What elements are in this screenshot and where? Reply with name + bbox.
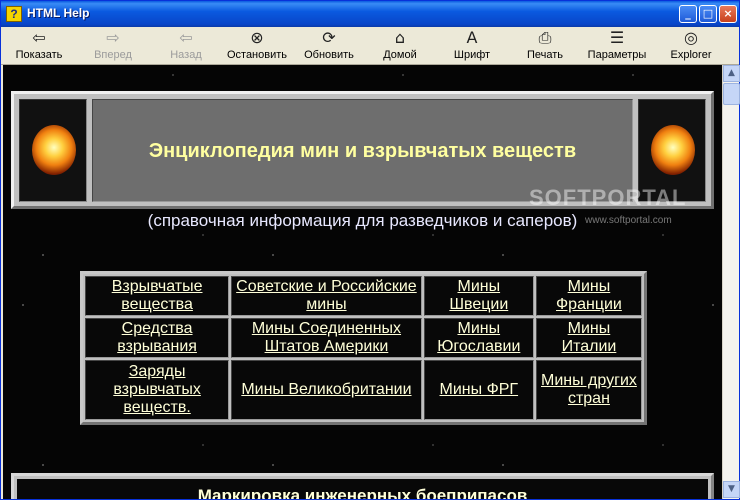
scroll-thumb[interactable] — [723, 83, 740, 105]
table-cell: Мины Соединенных Штатов Америки — [231, 318, 422, 358]
table-cell: Взрывчатые вещества — [85, 276, 230, 316]
options-label: Параметры — [587, 49, 647, 61]
link-yugoslavia-mines[interactable]: Мины Югославии — [437, 320, 520, 355]
stop-icon: ⊗ — [250, 28, 264, 47]
help-content-pane: Энциклопедия мин и взрывчатых веществ SO… — [3, 65, 722, 499]
munitions-marking-heading: Маркировка инженерных боеприпасов — [17, 479, 708, 499]
show-label: Показать — [15, 49, 63, 61]
link-france-mines[interactable]: Мины Франции — [556, 278, 622, 313]
table-cell: Мины ФРГ — [423, 360, 534, 420]
link-initiation-means[interactable]: Средства взрывания — [117, 320, 197, 355]
forward-arrow-icon: ⇨ — [106, 28, 120, 47]
forward-button[interactable]: ⇨ Вперед — [85, 27, 141, 65]
print-button[interactable]: ⎙ Печать — [519, 27, 571, 65]
link-explosive-charges[interactable]: Заряды взрывчатых веществ. — [113, 363, 201, 416]
munitions-marking-section: Маркировка инженерных боеприпасов — [11, 473, 714, 499]
minimize-button[interactable]: _ — [679, 5, 697, 23]
link-usa-mines[interactable]: Мины Соединенных Штатов Америки — [252, 320, 401, 355]
link-frg-mines[interactable]: Мины ФРГ — [440, 381, 519, 398]
explosion-image-left — [19, 99, 87, 202]
print-icon: ⎙ — [538, 28, 552, 47]
explorer-label: Explorer — [670, 49, 712, 61]
stop-label: Остановить — [226, 49, 288, 61]
forward-label: Вперед — [94, 49, 132, 61]
table-cell: Мины Италии — [535, 318, 642, 358]
table-row: Взрывчатые вещества Советские и Российск… — [85, 276, 642, 316]
window-title: HTML Help — [27, 6, 90, 20]
options-icon: ☰ — [609, 28, 625, 47]
home-label: Домой — [383, 49, 417, 61]
vertical-scrollbar[interactable]: ▲ ▼ — [722, 65, 740, 499]
table-cell: Мины Швеции — [423, 276, 534, 316]
link-uk-mines[interactable]: Мины Великобритании — [241, 381, 411, 398]
refresh-label: Обновить — [304, 49, 354, 61]
explorer-button[interactable]: ◎ Explorer — [665, 27, 717, 65]
show-button[interactable]: ⇦ Показать — [9, 27, 69, 65]
toolbar: ⇦ Показать ⇨ Вперед ⇦ Назад ⊗ Остановить… — [1, 27, 739, 65]
softportal-watermark: SOFTPORTAL — [529, 185, 687, 210]
font-icon: A — [466, 28, 478, 47]
link-soviet-russian-mines[interactable]: Советские и Российские мины — [236, 278, 417, 313]
scroll-up-button[interactable]: ▲ — [723, 65, 740, 82]
table-cell: Мины других стран — [535, 360, 642, 420]
back-button[interactable]: ⇦ Назад — [159, 27, 213, 65]
print-label: Печать — [526, 49, 564, 61]
table-cell: Средства взрывания — [85, 318, 230, 358]
font-label: Шрифт — [453, 49, 491, 61]
font-button[interactable]: A Шрифт — [447, 27, 497, 65]
close-button[interactable]: × — [719, 5, 737, 23]
home-button[interactable]: ⌂ Домой — [375, 27, 425, 65]
table-cell: Мины Франции — [535, 276, 642, 316]
title-bar[interactable]: ? HTML Help _ □ × — [1, 1, 739, 27]
link-explosives[interactable]: Взрывчатые вещества — [112, 278, 203, 313]
table-row: Заряды взрывчатых веществ. Мины Великобр… — [85, 360, 642, 420]
table-cell: Мины Великобритании — [231, 360, 422, 420]
stop-button[interactable]: ⊗ Остановить — [223, 27, 291, 65]
maximize-button[interactable]: □ — [699, 5, 717, 23]
help-app-icon: ? — [6, 6, 22, 22]
back-label: Назад — [170, 49, 202, 61]
table-cell: Заряды взрывчатых веществ. — [85, 360, 230, 420]
page-subtitle: (справочная информация для разведчиков и… — [147, 211, 578, 230]
table-cell: Советские и Российские мины — [231, 276, 422, 316]
table-row: Средства взрывания Мины Соединенных Штат… — [85, 318, 642, 358]
link-sweden-mines[interactable]: Мины Швеции — [449, 278, 508, 313]
refresh-button[interactable]: ⟳ Обновить — [299, 27, 359, 65]
explorer-icon: ◎ — [684, 28, 698, 47]
back-arrow-icon: ⇦ — [179, 28, 193, 47]
show-pane-icon: ⇦ — [32, 28, 46, 47]
scroll-down-button[interactable]: ▼ — [723, 481, 740, 498]
link-other-countries-mines[interactable]: Мины других стран — [541, 372, 637, 407]
categories-table: Взрывчатые вещества Советские и Российск… — [80, 271, 647, 425]
options-button[interactable]: ☰ Параметры — [583, 27, 651, 65]
refresh-icon: ⟳ — [322, 28, 336, 47]
html-help-window: ? HTML Help _ □ × ⇦ Показать ⇨ Вперед ⇦ … — [0, 0, 740, 500]
table-cell: Мины Югославии — [423, 318, 534, 358]
home-icon: ⌂ — [394, 28, 406, 47]
link-italy-mines[interactable]: Мины Италии — [562, 320, 617, 355]
